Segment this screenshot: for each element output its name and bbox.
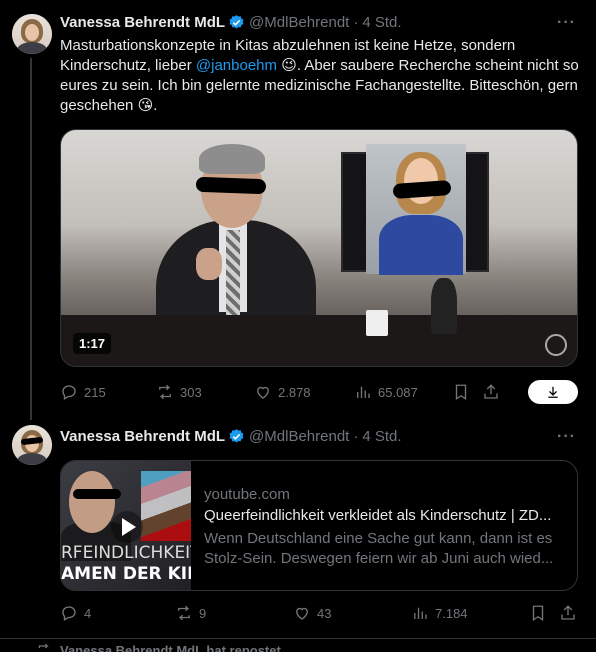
verified-badge-icon <box>229 429 244 443</box>
channel-logo-icon <box>545 334 567 356</box>
link-preview-card[interactable]: RFEINDLICHKEIT AMEN DER KIN youtube.com … <box>60 460 578 591</box>
more-icon[interactable]: ··· <box>557 428 576 446</box>
repost-button[interactable]: 303 <box>156 383 254 401</box>
reply-icon <box>62 385 76 400</box>
video-duration: 1:17 <box>73 333 112 354</box>
repost-button[interactable]: 9 <box>175 604 293 622</box>
link-domain: youtube.com <box>204 486 290 503</box>
link-description: Wenn Deutschland eine Sache gut kann, da… <box>204 530 554 567</box>
repost-icon <box>38 643 50 652</box>
bookmark-icon <box>455 384 467 401</box>
censor-bar <box>73 489 121 499</box>
link-thumbnail[interactable]: RFEINDLICHKEIT AMEN DER KIN <box>61 461 191 590</box>
timestamp[interactable]: 4 Std. <box>362 14 401 31</box>
bookmark-button[interactable] <box>529 604 559 622</box>
link-preview-body: youtube.com Queerfeindlichkeit verkleide… <box>204 485 566 569</box>
views-count: 65.087 <box>378 384 418 400</box>
repost-notice[interactable]: Vanessa Behrendt MdL hat repostet <box>36 642 281 652</box>
share-button[interactable] <box>482 383 512 401</box>
tweet-1[interactable]: Vanessa Behrendt MdL @MdlBehrendt · 4 St… <box>0 0 596 420</box>
mention-link[interactable]: @janboehm <box>196 57 277 74</box>
repost-notice-text: Vanessa Behrendt MdL hat repostet <box>60 642 281 652</box>
author-handle[interactable]: @MdlBehrendt <box>249 428 349 445</box>
tweet-header: Vanessa Behrendt MdL @MdlBehrendt · 4 St… <box>60 14 402 31</box>
share-icon <box>484 384 498 399</box>
thumbnail-caption: AMEN DER KIN <box>61 564 191 584</box>
like-count: 2.878 <box>278 384 311 400</box>
like-count: 43 <box>317 605 332 621</box>
play-icon[interactable] <box>111 511 143 543</box>
action-bar: 215 303 2.878 65.087 <box>60 380 580 404</box>
views-count: 7.184 <box>435 605 468 621</box>
bookmark-button[interactable] <box>452 383 482 401</box>
divider <box>0 638 596 639</box>
views-button[interactable]: 65.087 <box>354 383 452 401</box>
reply-button[interactable]: 215 <box>60 383 156 401</box>
reply-count: 4 <box>84 605 92 621</box>
video-player[interactable]: 1:17 <box>60 129 578 367</box>
separator-dot: · <box>353 14 359 31</box>
tweet-text-part: . <box>153 97 158 114</box>
views-icon <box>414 607 427 619</box>
separator-dot: · <box>353 428 359 445</box>
timestamp[interactable]: 4 Std. <box>362 428 401 445</box>
thumbnail-caption: RFEINDLICHKEIT <box>61 543 191 563</box>
reply-button[interactable]: 4 <box>60 604 175 622</box>
reply-count: 215 <box>84 384 106 400</box>
reply-icon <box>62 606 76 621</box>
author-name[interactable]: Vanessa Behrendt MdL <box>60 428 225 445</box>
bookmark-icon <box>532 605 544 622</box>
download-icon <box>548 386 558 398</box>
like-button[interactable]: 43 <box>293 604 411 622</box>
censor-bar <box>195 176 267 195</box>
views-icon <box>357 386 370 398</box>
thread-line <box>30 58 32 420</box>
link-title[interactable]: Queerfeindlichkeit verkleidet als Kinder… <box>204 506 566 526</box>
repost-count: 303 <box>180 384 202 400</box>
repost-icon <box>159 384 171 400</box>
verified-badge-icon <box>229 15 244 29</box>
like-button[interactable]: 2.878 <box>254 383 354 401</box>
tweet-header: Vanessa Behrendt MdL @MdlBehrendt · 4 St… <box>60 428 402 445</box>
author-handle[interactable]: @MdlBehrendt <box>249 14 349 31</box>
views-button[interactable]: 7.184 <box>411 604 529 622</box>
repost-icon <box>178 605 190 621</box>
share-icon <box>561 605 575 620</box>
like-icon <box>296 607 308 620</box>
avatar[interactable] <box>12 425 52 465</box>
more-icon[interactable]: ··· <box>557 14 576 32</box>
action-bar: 4 9 43 7.184 <box>60 601 580 625</box>
avatar[interactable] <box>12 14 52 54</box>
download-button[interactable] <box>528 380 578 404</box>
share-button[interactable] <box>559 604 579 622</box>
wink-emoji: 😉 <box>281 57 297 74</box>
author-name[interactable]: Vanessa Behrendt MdL <box>60 14 225 31</box>
repost-count: 9 <box>199 605 207 621</box>
tweet-text: Masturbationskonzepte in Kitas abzulehne… <box>60 36 580 116</box>
like-icon <box>257 386 269 399</box>
kiss-emoji: 😘 <box>137 97 154 114</box>
